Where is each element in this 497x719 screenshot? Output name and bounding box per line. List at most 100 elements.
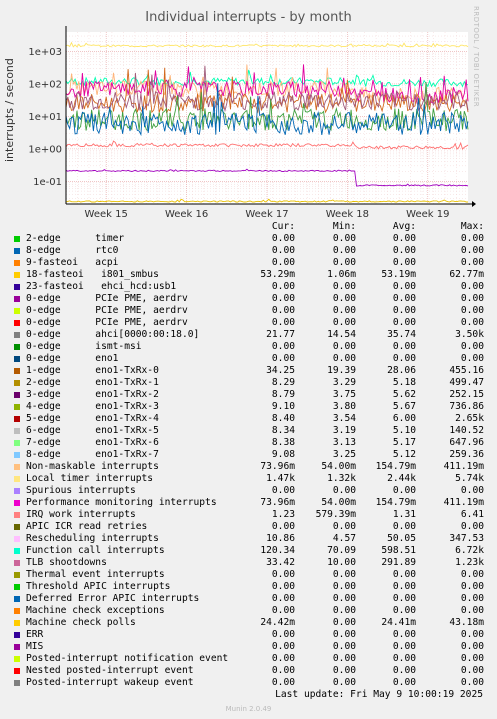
legend-header-max: Max:	[460, 221, 484, 232]
legend-min-value: 0.00	[332, 629, 356, 640]
legend-swatch	[14, 272, 20, 278]
legend-row: Spurious interrupts 0.00 0.00 0.00 0.00	[0, 485, 497, 497]
legend-max-value: 0.00	[460, 521, 484, 532]
legend-label: Deferred Error APIC interrupts	[26, 593, 200, 604]
legend-min-value: 1.32k	[327, 473, 356, 484]
legend-min-value: 0.00	[332, 605, 356, 616]
legend-swatch	[14, 380, 20, 386]
legend-min-value: 10.00	[327, 557, 356, 568]
legend-header-avg: Avg:	[392, 221, 416, 232]
legend-row: 4-edge eno1-TxRx-3 9.10 3.80 5.67 736.86	[0, 401, 497, 413]
legend-cur-value: 0.00	[271, 605, 295, 616]
legend-swatch	[14, 248, 20, 254]
legend-max-value: 1.23k	[455, 557, 484, 568]
legend-avg-value: 598.51	[381, 545, 416, 556]
legend-swatch	[14, 296, 20, 302]
legend-cur-value: 0.00	[271, 569, 295, 580]
legend-cur-value: 0.00	[271, 245, 295, 256]
legend-label: 23-fasteoi ehci_hcd:usb1	[26, 281, 177, 292]
legend-avg-value: 0.00	[392, 593, 416, 604]
legend-min-value: 0.00	[332, 617, 356, 628]
legend-max-value: 0.00	[460, 485, 484, 496]
legend-swatch	[14, 332, 20, 338]
legend-max-value: 0.00	[460, 293, 484, 304]
legend-max-value: 2.65k	[455, 413, 484, 424]
legend-swatch	[14, 476, 20, 482]
legend-max-value: 647.96	[449, 437, 484, 448]
legend-swatch	[14, 548, 20, 554]
legend-label: 0-edge ahci[0000:00:18.0]	[26, 329, 200, 340]
legend-row: Machine check exceptions 0.00 0.00 0.00 0.00	[0, 605, 497, 617]
legend-max-value: 0.00	[460, 677, 484, 688]
chart-svg: 1e-01 1e+00 1e+01 1e+02 1e+03 Week 15 Week 16 W…	[28, 26, 476, 220]
legend-cur-value: 0.00	[271, 593, 295, 604]
legend-swatch	[14, 392, 20, 398]
legend-row: TLB shootdowns 33.42 10.00 291.89 1.23k	[0, 557, 497, 569]
legend-label: Machine check exceptions	[26, 605, 165, 616]
legend-max-value: 0.00	[460, 317, 484, 328]
legend-row: Deferred Error APIC interrupts 0.00 0.00 0.…	[0, 593, 497, 605]
legend-max-value: 411.19m	[443, 461, 484, 472]
legend-swatch	[14, 584, 20, 590]
legend-min-value: 54.00m	[321, 497, 356, 508]
legend-avg-value: 0.00	[392, 581, 416, 592]
legend-label: 2-edge timer	[26, 233, 125, 244]
legend-avg-value: 0.00	[392, 521, 416, 532]
legend-swatch	[14, 668, 20, 674]
legend-max-value: 0.00	[460, 353, 484, 364]
legend-avg-value: 0.00	[392, 653, 416, 664]
legend-row: 2-edge eno1-TxRx-1 8.29 3.29 5.18 499.47	[0, 377, 497, 389]
legend-max-value: 411.19m	[443, 497, 484, 508]
legend-avg-value: 154.79m	[375, 461, 416, 472]
x-tick-label: Week 19	[406, 209, 449, 220]
legend-cur-value: 1.47k	[266, 473, 295, 484]
legend-swatch	[14, 560, 20, 566]
legend-min-value: 3.80	[332, 401, 356, 412]
legend-avg-value: 0.00	[392, 233, 416, 244]
legend-cur-value: 0.00	[271, 305, 295, 316]
legend-avg-value: 5.62	[392, 389, 416, 400]
legend-swatch	[14, 284, 20, 290]
legend-label: Thermal event interrupts	[26, 569, 165, 580]
legend-cur-value: 8.79	[271, 389, 295, 400]
legend-swatch	[14, 452, 20, 458]
legend-cur-value: 0.00	[271, 485, 295, 496]
legend-cur-value: 21.77	[266, 329, 295, 340]
legend-swatch	[14, 428, 20, 434]
legend-row: 0-edge PCIe PME, aerdrv 0.00 0.00 0.00 0.00	[0, 305, 497, 317]
legend-max-value: 0.00	[460, 245, 484, 256]
legend-label: Spurious interrupts	[26, 485, 136, 496]
legend-avg-value: 53.19m	[381, 269, 416, 280]
legend-avg-value: 5.17	[392, 437, 416, 448]
legend-avg-value: 2.44k	[387, 473, 416, 484]
legend-avg-value: 5.12	[392, 449, 416, 460]
legend-avg-value: 5.10	[392, 425, 416, 436]
legend-row: Posted-interrupt wakeup event 0.00 0.00 0.0…	[0, 677, 497, 689]
legend-swatch	[14, 308, 20, 314]
legend-avg-value: 0.00	[392, 305, 416, 316]
legend-swatch	[14, 440, 20, 446]
legend-row: Local timer interrupts 1.47k 1.32k 2.44k 5.7…	[0, 473, 497, 485]
legend-min-value: 0.00	[332, 485, 356, 496]
legend-cur-value: 0.00	[271, 317, 295, 328]
x-tick-label: Week 17	[245, 209, 288, 220]
legend-label: 4-edge eno1-TxRx-3	[26, 401, 159, 412]
legend-swatch	[14, 536, 20, 542]
legend-max-value: 5.74k	[455, 473, 484, 484]
legend-label: Performance monitoring interrupts	[26, 497, 217, 508]
legend-cur-value: 0.00	[271, 629, 295, 640]
legend-label: 0-edge eno1	[26, 353, 119, 364]
legend-cur-value: 0.00	[271, 293, 295, 304]
legend-row: 8-edge rtc0 0.00 0.00 0.00 0.00	[0, 245, 497, 257]
x-axis-arrow	[472, 201, 476, 207]
legend-avg-value: 0.00	[392, 665, 416, 676]
munin-version: Munin 2.0.49	[225, 705, 272, 713]
legend-min-value: 70.09	[327, 545, 356, 556]
legend-min-value: 14.54	[327, 329, 356, 340]
legend-cur-value: 120.34	[260, 545, 295, 556]
legend-max-value: 252.15	[449, 389, 484, 400]
legend-label: Non-maskable interrupts	[26, 461, 159, 472]
legend-cur-value: 10.86	[266, 533, 295, 544]
legend-avg-value: 28.06	[387, 365, 416, 376]
legend-swatch	[14, 344, 20, 350]
